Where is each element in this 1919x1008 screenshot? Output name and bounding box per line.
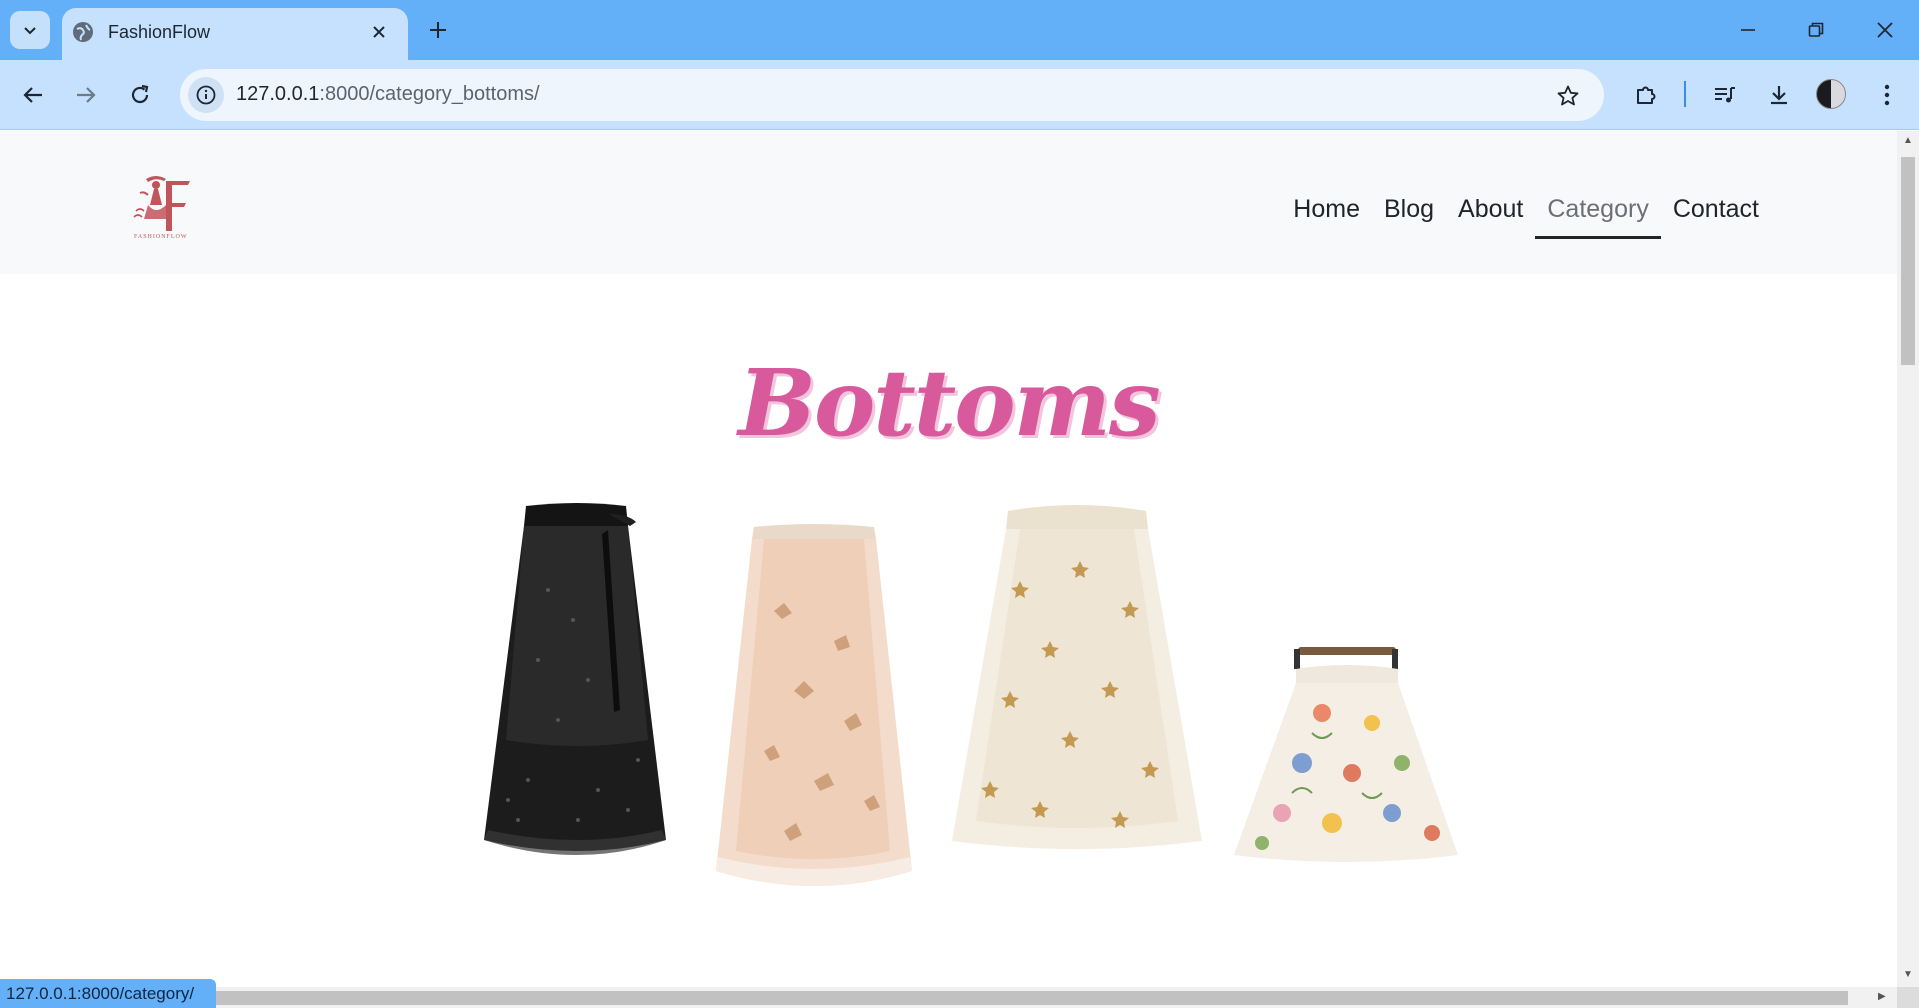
minimize-icon bbox=[1741, 29, 1755, 31]
arrow-left-icon bbox=[23, 87, 42, 103]
star-icon bbox=[1557, 85, 1579, 106]
status-bubble: 127.0.0.1:8000/category/ bbox=[0, 979, 216, 1008]
toolbar-separator bbox=[1684, 81, 1686, 107]
product-black-tulle-skirt[interactable] bbox=[478, 500, 672, 872]
vertical-scroll-thumb[interactable] bbox=[1901, 157, 1915, 365]
restore-button[interactable] bbox=[1800, 14, 1832, 46]
scroll-up-icon[interactable]: ▲ bbox=[1903, 135, 1913, 146]
scroll-right-icon[interactable]: ▶ bbox=[1878, 991, 1886, 1002]
browser-tab-active[interactable]: FashionFlow bbox=[62, 8, 408, 60]
horizontal-scroll-thumb[interactable] bbox=[214, 991, 1848, 1005]
tab-search-button[interactable] bbox=[10, 11, 50, 49]
page-viewport: FASHIONFLOW Home Blog About Category Con… bbox=[0, 131, 1897, 987]
profile-avatar[interactable] bbox=[1816, 79, 1846, 109]
browser-toolbar: 127.0.0.1:8000/category_bottoms/ bbox=[0, 60, 1919, 130]
info-icon bbox=[196, 85, 216, 105]
arrow-right-icon bbox=[77, 87, 96, 103]
more-vert-icon bbox=[1884, 84, 1890, 106]
close-icon bbox=[1877, 22, 1893, 38]
browser-tabstrip: FashionFlow bbox=[0, 0, 1919, 60]
product-gallery bbox=[0, 131, 1897, 987]
horizontal-scrollbar[interactable]: ▶ bbox=[0, 987, 1897, 1008]
minimize-button[interactable] bbox=[1732, 14, 1764, 46]
tab-title: FashionFlow bbox=[108, 22, 211, 42]
bookmark-button[interactable] bbox=[1553, 81, 1583, 111]
playlist-icon bbox=[1715, 87, 1735, 103]
vertical-scrollbar[interactable]: ▲ ▼ bbox=[1897, 131, 1919, 987]
reload-icon bbox=[131, 84, 149, 104]
forward-button[interactable] bbox=[68, 77, 104, 113]
url-path: :8000/category_bottoms/ bbox=[319, 83, 540, 105]
downloads-button[interactable] bbox=[1761, 77, 1797, 113]
product-cream-star-tulle-skirt[interactable] bbox=[950, 491, 1204, 861]
site-info-button[interactable] bbox=[188, 77, 224, 113]
chevron-down-icon bbox=[24, 27, 36, 35]
extensions-button[interactable] bbox=[1628, 77, 1664, 113]
back-button[interactable] bbox=[15, 77, 51, 113]
url-host: 127.0.0.1 bbox=[236, 83, 320, 105]
product-blush-floral-tulle-skirt[interactable] bbox=[714, 521, 914, 899]
puzzle-icon bbox=[1637, 86, 1656, 104]
reload-button[interactable] bbox=[122, 77, 158, 113]
new-tab-button[interactable] bbox=[424, 16, 452, 44]
restore-icon bbox=[1808, 22, 1824, 37]
globe-icon bbox=[73, 22, 93, 42]
media-controls-button[interactable] bbox=[1707, 77, 1743, 113]
product-floral-print-maxi-skirt[interactable] bbox=[1232, 513, 1460, 869]
url-text[interactable]: 127.0.0.1:8000/category_bottoms/ bbox=[236, 83, 540, 106]
scroll-down-icon[interactable]: ▼ bbox=[1903, 969, 1913, 980]
close-window-button[interactable] bbox=[1869, 14, 1901, 46]
download-icon bbox=[1771, 86, 1787, 105]
scrollbar-corner bbox=[1897, 987, 1919, 1008]
close-icon bbox=[373, 26, 385, 38]
address-bar[interactable]: 127.0.0.1:8000/category_bottoms/ bbox=[180, 69, 1604, 121]
plus-icon bbox=[430, 22, 446, 38]
menu-button[interactable] bbox=[1869, 77, 1905, 113]
tab-close-button[interactable] bbox=[367, 20, 391, 44]
